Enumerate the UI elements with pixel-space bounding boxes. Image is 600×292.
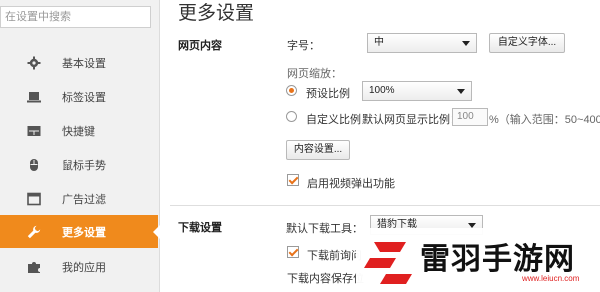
sidebar-item-label: 标签设置 [62, 91, 106, 104]
video-popup-label: 启用视频弹出功能 [307, 178, 395, 190]
page-title: 更多设置 [178, 3, 255, 24]
ask-before-download-checkbox[interactable] [287, 246, 299, 258]
watermark-url: www.leiucn.com [522, 274, 580, 283]
section-label-download: 下载设置 [178, 222, 222, 234]
wrench-icon [27, 225, 41, 238]
laptop-icon [27, 91, 41, 102]
chevron-down-icon [462, 41, 470, 46]
mouse-icon [30, 158, 38, 171]
gear-icon [27, 56, 41, 69]
watermark: 雷羽手游网 www.leiucn.com [356, 228, 600, 292]
sidebar-item-label: 基本设置 [62, 57, 106, 70]
section-label-web-content: 网页内容 [178, 40, 222, 52]
font-size-select[interactable]: 中 [367, 33, 477, 53]
sidebar-item-basic-settings[interactable]: 基本设置 [0, 46, 160, 79]
preset-ratio-value: 100% [369, 85, 395, 96]
window-icon [27, 192, 41, 205]
active-indicator [153, 225, 160, 239]
sidebar-item-tab-settings[interactable]: 标签设置 [0, 80, 160, 113]
custom-font-button[interactable]: 自定义字体... [489, 33, 565, 53]
content-settings-button[interactable]: 内容设置... [286, 140, 350, 160]
video-popup-checkbox[interactable] [287, 174, 299, 186]
search-input[interactable]: 在设置中搜索 [0, 6, 151, 28]
preset-ratio-label: 预设比例 [306, 88, 350, 100]
ratio-range-hint: %（输入范围：50~400） [489, 114, 600, 126]
default-ratio-label: 默认网页显示比例： [362, 114, 461, 126]
sidebar-item-mouse-gestures[interactable]: 鼠标手势 [0, 148, 160, 181]
chevron-down-icon [457, 89, 465, 94]
sidebar-item-label: 我的应用 [62, 261, 106, 274]
font-size-label: 字号： [287, 40, 320, 52]
watermark-title: 雷羽手游网 [420, 242, 575, 277]
sidebar-item-shortcuts[interactable]: 快捷键 [0, 114, 160, 147]
sidebar-item-label: 鼠标手势 [62, 159, 106, 172]
zoom-label: 网页缩放： [287, 68, 342, 80]
puzzle-icon [28, 261, 40, 273]
sidebar: 在设置中搜索 基本设置 标签设置 快捷键 鼠标手势 广告过滤 更多设置 我的应用 [0, 0, 160, 292]
sidebar-item-my-apps[interactable]: 我的应用 [0, 250, 160, 283]
sidebar-item-label: 快捷键 [62, 125, 95, 138]
ask-before-download-label: 下载前询问 [307, 250, 362, 262]
sidebar-item-label: 更多设置 [62, 226, 106, 239]
watermark-logo-icon [364, 242, 412, 284]
custom-ratio-radio[interactable] [286, 111, 297, 122]
download-save-location-label: 下载内容保存位 [287, 273, 364, 285]
custom-ratio-label: 自定义比例 [306, 114, 361, 126]
download-tool-label: 默认下载工具： [286, 223, 363, 235]
default-ratio-input[interactable]: 100 [452, 108, 488, 126]
preset-ratio-select[interactable]: 100% [362, 81, 472, 101]
font-size-value: 中 [374, 37, 384, 48]
sidebar-item-ad-filter[interactable]: 广告过滤 [0, 182, 160, 215]
sidebar-item-more-settings[interactable]: 更多设置 [0, 215, 160, 248]
sidebar-item-label: 广告过滤 [62, 193, 106, 206]
section-divider [170, 205, 600, 206]
keyboard-icon [27, 125, 41, 136]
preset-ratio-radio[interactable] [286, 85, 297, 96]
